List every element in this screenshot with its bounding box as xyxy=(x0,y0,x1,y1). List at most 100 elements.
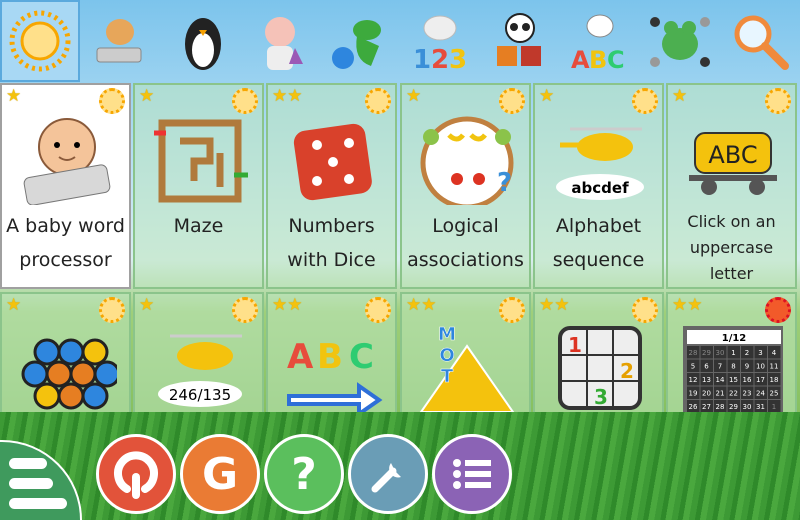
frog-icon xyxy=(650,17,710,67)
activity-label: Maze xyxy=(173,215,224,237)
sun-icon xyxy=(632,297,658,323)
svg-text:4: 4 xyxy=(772,349,777,357)
svg-text:15: 15 xyxy=(729,376,738,384)
cow-abc-icon: ABC xyxy=(571,14,625,74)
svg-text:30: 30 xyxy=(716,349,725,357)
svg-text:A: A xyxy=(287,337,314,377)
svg-text:8: 8 xyxy=(731,363,735,371)
question-icon: ? xyxy=(291,448,317,500)
svg-text:27: 27 xyxy=(702,403,711,411)
svg-text:26: 26 xyxy=(689,403,698,411)
helicopter-icon: abcdef xyxy=(556,127,644,200)
activity-label: Logical associations xyxy=(407,215,524,271)
svg-text:C: C xyxy=(607,46,625,74)
svg-text:10: 10 xyxy=(756,363,765,371)
activity-config-button[interactable] xyxy=(432,434,512,514)
menu-line-icon xyxy=(9,478,53,489)
svg-text:?: ? xyxy=(497,168,512,198)
svg-text:5: 5 xyxy=(691,363,695,371)
difficulty-star-icon: ★★ xyxy=(672,295,703,315)
svg-text:14: 14 xyxy=(716,376,725,384)
activity-tile[interactable]: ★ Maze xyxy=(133,83,264,289)
svg-text:A: A xyxy=(571,46,590,74)
svg-text:1: 1 xyxy=(731,349,735,357)
svg-text:31: 31 xyxy=(756,403,765,411)
difficulty-star-icon: ★★ xyxy=(539,295,570,315)
sun-icon xyxy=(365,88,391,114)
sun-icon xyxy=(99,88,125,114)
penguin-icon xyxy=(185,18,221,70)
svg-text:24: 24 xyxy=(756,390,765,398)
svg-text:2: 2 xyxy=(620,359,634,383)
activity-tile[interactable]: ★ abcdef Alphabet sequence xyxy=(533,83,664,289)
category-math[interactable]: 123 xyxy=(400,0,480,82)
svg-text:2: 2 xyxy=(431,45,449,74)
svg-text:abcdef: abcdef xyxy=(571,179,629,197)
svg-text:18: 18 xyxy=(770,376,779,384)
svg-text:9: 9 xyxy=(745,363,749,371)
activity-tile[interactable]: ★ A baby word processor xyxy=(0,83,131,289)
dice-icon xyxy=(293,123,372,201)
abc-arrow-icon: ABC xyxy=(287,337,383,414)
activity-label: Numbers with Dice xyxy=(287,215,376,271)
sun-icon xyxy=(499,297,525,323)
category-all[interactable] xyxy=(0,0,80,82)
menu-line-icon xyxy=(9,498,67,509)
svg-text:246/135: 246/135 xyxy=(169,386,231,404)
difficulty-star-icon: ★★ xyxy=(272,86,303,106)
calendar-icon: 1/1228 29 30 1 2 3 45 6 7 8 9 10 1112 13 14 15 16 17 1819 2… xyxy=(683,326,783,414)
category-computer[interactable] xyxy=(80,0,160,82)
svg-text:3: 3 xyxy=(594,385,608,409)
svg-text:1: 1 xyxy=(413,45,431,74)
difficulty-star-icon: ★★ xyxy=(272,295,303,315)
svg-text:29: 29 xyxy=(729,403,738,411)
activity-label: A baby word processor xyxy=(6,215,125,271)
difficulty-star-icon: ★ xyxy=(672,86,688,106)
category-bar: 123 ABC xyxy=(0,0,800,82)
svg-text:3: 3 xyxy=(758,349,762,357)
exit-button[interactable] xyxy=(96,434,176,514)
sudoku-icon: 1 23 xyxy=(558,326,642,410)
power-icon xyxy=(114,451,158,499)
fruit-plate-icon: ? xyxy=(420,116,514,205)
category-puzzle[interactable] xyxy=(480,0,560,82)
svg-text:19: 19 xyxy=(689,390,698,398)
panda-puzzle-icon xyxy=(497,13,541,66)
svg-text:13: 13 xyxy=(702,376,711,384)
activity-tile[interactable]: ★? Logical associations xyxy=(400,83,531,289)
helicopter-numbers-icon: 246/135 xyxy=(158,334,242,407)
svg-text:20: 20 xyxy=(702,390,711,398)
cat-keyboard-icon xyxy=(96,19,142,63)
category-discovery[interactable] xyxy=(160,0,240,82)
svg-text:11: 11 xyxy=(770,363,779,371)
about-button[interactable]: G xyxy=(180,434,260,514)
svg-text:C: C xyxy=(349,337,374,377)
sheep-123-icon: 123 xyxy=(413,15,467,74)
sun-icon xyxy=(9,10,71,72)
svg-text:1/12: 1/12 xyxy=(722,333,747,344)
list-icon xyxy=(453,459,491,489)
sun-icon xyxy=(232,297,258,323)
help-button[interactable]: ? xyxy=(264,434,344,514)
activity-tile[interactable]: ★★ Numbers with Dice xyxy=(266,83,397,289)
svg-text:1: 1 xyxy=(772,403,776,411)
svg-text:B: B xyxy=(589,46,607,74)
pig-chemist-icon xyxy=(265,17,303,70)
svg-text:6: 6 xyxy=(704,363,709,371)
svg-text:22: 22 xyxy=(729,390,738,398)
activity-label: Click on an uppercase letter xyxy=(687,212,776,283)
category-experiment[interactable] xyxy=(240,0,320,82)
svg-text:2: 2 xyxy=(745,349,749,357)
activity-tile[interactable]: ★ ABC Click on an uppercase letter xyxy=(666,83,797,289)
settings-button[interactable] xyxy=(348,434,428,514)
category-reading[interactable]: ABC xyxy=(560,0,640,82)
svg-text:16: 16 xyxy=(743,376,752,384)
sun-icon xyxy=(365,297,391,323)
letter-pyramid-icon: MOT xyxy=(419,324,515,413)
svg-text:3: 3 xyxy=(449,45,467,74)
difficulty-star-icon: ★ xyxy=(6,295,22,315)
category-strategy[interactable] xyxy=(640,0,720,82)
category-search[interactable] xyxy=(720,0,800,82)
category-fun[interactable] xyxy=(320,0,400,82)
activity-label: Alphabet sequence xyxy=(552,215,645,271)
